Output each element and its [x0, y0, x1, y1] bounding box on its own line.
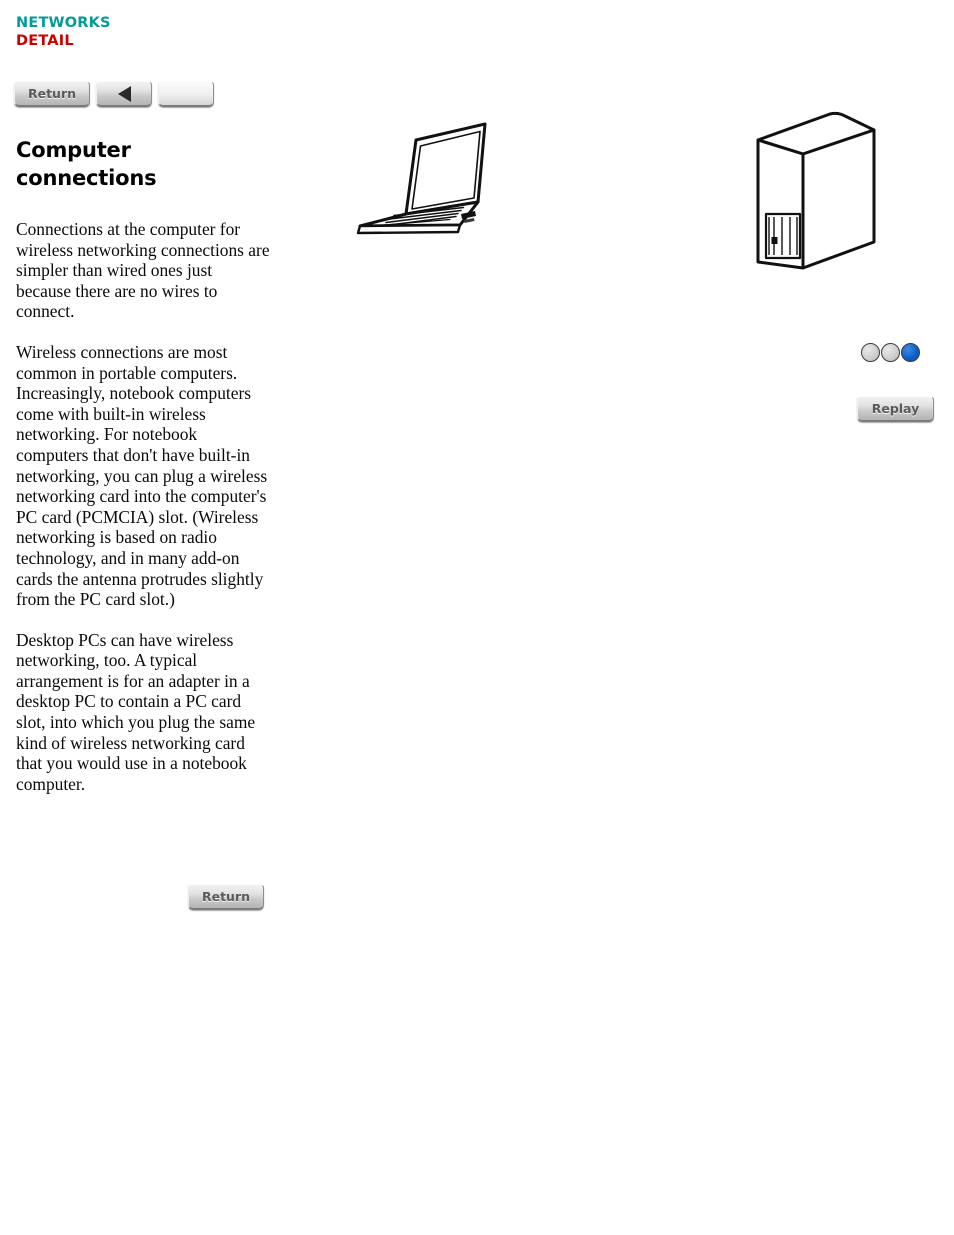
triangle-left-icon	[117, 85, 131, 102]
notebook-computer-illustration	[344, 114, 496, 236]
step-indicator-dots	[861, 343, 920, 362]
paragraph-1: Connections at the computer for wireless…	[16, 219, 270, 322]
breadcrumb-subsection: DETAIL	[16, 33, 74, 49]
breadcrumb-section: NETWORKS	[16, 15, 111, 31]
desktop-tower-computer-illustration	[746, 110, 891, 275]
previous-button[interactable]	[96, 81, 152, 107]
paragraph-3: Desktop PCs can have wireless networking…	[16, 629, 256, 794]
top-navigation-bar: Return	[14, 81, 214, 107]
replay-button[interactable]: Replay	[857, 396, 934, 422]
paragraph-2: Wireless connections are most common in …	[16, 341, 268, 610]
next-button[interactable]	[158, 81, 214, 107]
page-title: Computer connections	[16, 138, 157, 190]
breadcrumb: NETWORKS DETAIL	[16, 14, 111, 50]
article-body: Connections at the computer for wireless…	[16, 219, 271, 794]
return-button-top[interactable]: Return	[14, 81, 90, 107]
step-dot-2[interactable]	[881, 343, 900, 362]
step-dot-3[interactable]	[901, 343, 920, 362]
return-button-bottom[interactable]: Return	[188, 884, 264, 910]
step-dot-1[interactable]	[861, 343, 880, 362]
